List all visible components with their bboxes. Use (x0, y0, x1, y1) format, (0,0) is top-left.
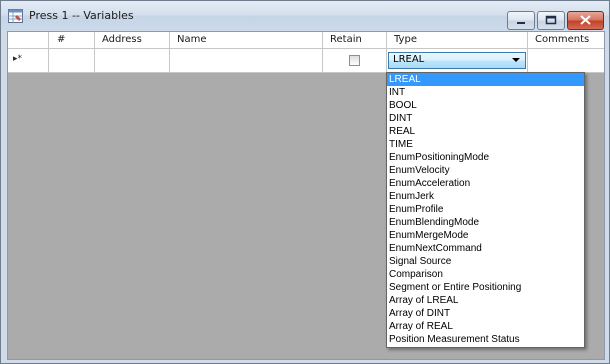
type-option[interactable]: EnumVelocity (387, 164, 584, 177)
close-icon (580, 15, 591, 25)
table-window-icon (8, 9, 23, 23)
type-option[interactable]: EnumAcceleration (387, 177, 584, 190)
type-option[interactable]: EnumNextCommand (387, 242, 584, 255)
minimize-icon (517, 22, 525, 24)
minimize-button[interactable] (507, 11, 535, 30)
column-header-address[interactable]: Address (95, 32, 170, 48)
new-row-indicator-icon: ▸* (13, 54, 23, 64)
cell-address[interactable] (95, 49, 170, 72)
type-option[interactable]: TIME (387, 138, 584, 151)
column-header-type[interactable]: Type (387, 32, 528, 48)
column-header-number[interactable]: # (49, 32, 95, 48)
type-option[interactable]: EnumBlendingMode (387, 216, 584, 229)
type-option[interactable]: Signal Source (387, 255, 584, 268)
type-option[interactable]: BOOL (387, 99, 584, 112)
type-option[interactable]: EnumMergeMode (387, 229, 584, 242)
maximize-icon (545, 15, 557, 25)
type-option[interactable]: REAL (387, 125, 584, 138)
close-button[interactable] (567, 11, 604, 30)
type-option[interactable]: Segment or Entire Positioning (387, 281, 584, 294)
cell-number[interactable] (49, 49, 95, 72)
grid-header: # Address Name Retain Type Comments (8, 32, 604, 49)
cell-comments[interactable] (528, 49, 604, 72)
title-bar[interactable]: Press 1 -- Variables (1, 1, 609, 30)
new-variable-row[interactable]: ▸* LREAL (8, 49, 604, 73)
retain-checkbox[interactable] (349, 55, 360, 66)
type-option[interactable]: EnumJerk (387, 190, 584, 203)
type-option[interactable]: DINT (387, 112, 584, 125)
type-option[interactable]: INT (387, 86, 584, 99)
type-option[interactable]: Position Measurement Status (387, 333, 584, 346)
type-option[interactable]: Array of LREAL (387, 294, 584, 307)
type-option[interactable]: LREAL (387, 73, 584, 86)
type-option[interactable]: EnumProfile (387, 203, 584, 216)
type-option[interactable]: Array of DINT (387, 307, 584, 320)
type-dropdown-list: LREAL INT BOOL DINT REAL TIME EnumPositi… (386, 72, 585, 348)
dropdown-arrow-icon[interactable] (512, 58, 520, 62)
type-option[interactable]: Array of REAL (387, 320, 584, 333)
row-selector[interactable]: ▸* (8, 49, 49, 72)
column-header-retain[interactable]: Retain (323, 32, 387, 48)
type-combobox[interactable]: LREAL (388, 52, 526, 69)
type-option[interactable]: EnumPositioningMode (387, 151, 584, 164)
maximize-button[interactable] (537, 11, 565, 30)
type-combobox-value: LREAL (393, 54, 425, 65)
type-option[interactable]: Comparison (387, 268, 584, 281)
column-header-comments[interactable]: Comments (528, 32, 604, 48)
cell-name[interactable] (170, 49, 323, 72)
window-title: Press 1 -- Variables (29, 9, 134, 22)
column-header-name[interactable]: Name (170, 32, 323, 48)
row-header-corner (8, 32, 49, 48)
